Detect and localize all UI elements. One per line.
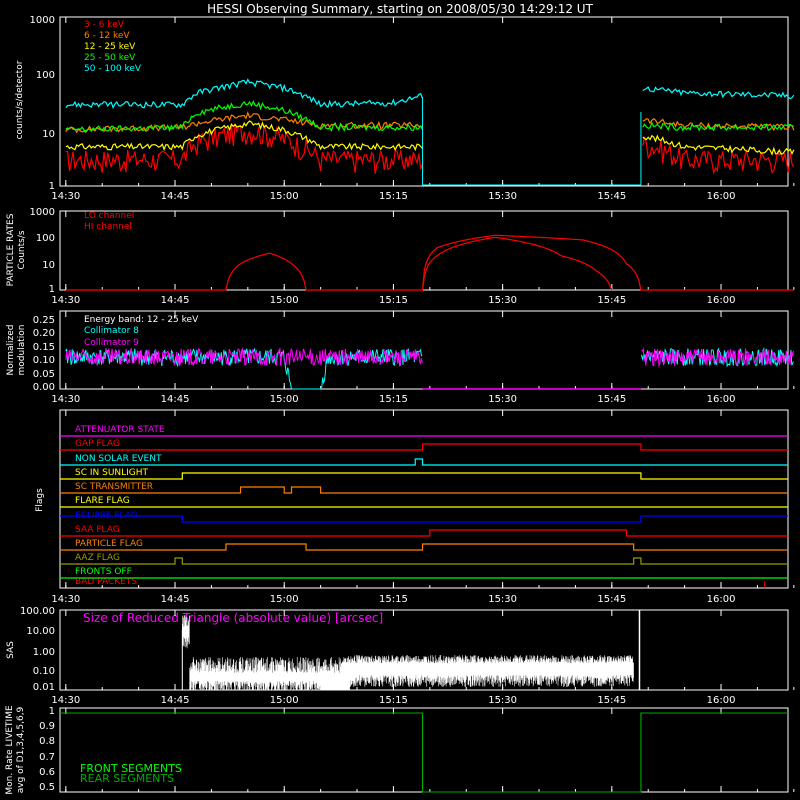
livetime-ytick-08: 0.8 (39, 736, 55, 747)
flag-label-9: AAZ FLAG (75, 553, 120, 563)
flag-label-10: FRONTS OFF (75, 567, 132, 577)
modulation-legend-c9: Collimator 9 (84, 338, 139, 348)
modulation-xtick-label: 16:00 (707, 394, 736, 405)
modulation-xtick-label: 14:45 (161, 394, 190, 405)
particle-ytick-100: 100 (36, 233, 55, 244)
sas-xtick-label: 14:30 (51, 695, 80, 706)
particle-ytick-1000: 1000 (30, 207, 55, 218)
livetime-ytick-07: 0.7 (39, 752, 55, 763)
particle-xtick-label: 15:15 (379, 295, 408, 306)
counts-xtick-label: 14:30 (51, 191, 80, 202)
sas-xtick-label: 15:00 (270, 695, 299, 706)
livetime-ytick-05: 0.5 (39, 782, 55, 793)
modulation-ytick-020: 0.20 (33, 328, 55, 339)
flags-xtick-label: 16:00 (707, 594, 736, 605)
observing-summary-chart: HESSI Observing Summary, starting on 200… (0, 0, 800, 800)
particle-xtick-label: 15:45 (597, 295, 626, 306)
modulation-xtick-label: 15:00 (270, 394, 299, 405)
modulation-ytick-025: 0.25 (33, 315, 55, 326)
modulation-ytick-010: 0.10 (33, 355, 55, 366)
sas-xtick-label: 15:15 (379, 695, 408, 706)
livetime-legend-rear: REAR SEGMENTS (80, 772, 174, 785)
flag-label-0: ATTENUATOR STATE (75, 425, 165, 435)
particle-xtick-label: 14:45 (161, 295, 190, 306)
livetime-ylabel2: avg of D1,3,4,5,6,9 (16, 706, 26, 793)
particle-ylabel: PARTICLE RATES (6, 213, 16, 286)
counts-xtick-label: 14:45 (161, 191, 190, 202)
particle-ytick-10: 10 (42, 260, 55, 271)
flag-label-8: PARTICLE FLAG (75, 539, 143, 549)
flag-label-5: FLARE FLAG (75, 496, 130, 506)
livetime-ytick-1: 1 (49, 706, 55, 717)
modulation-ytick-015: 0.15 (33, 342, 55, 353)
particle-xtick-label: 16:00 (707, 295, 736, 306)
modulation-ylabel: Normalized (6, 324, 16, 375)
sas-xtick-label: 15:45 (597, 695, 626, 706)
particle-xtick-label: 15:00 (270, 295, 299, 306)
counts-ytick-100: 100 (36, 70, 55, 81)
counts-ytick-1000: 1000 (30, 15, 55, 26)
flags-xtick-label: 14:30 (51, 594, 80, 605)
counts-xtick-label: 15:30 (488, 191, 517, 202)
particle-legend-hi: HI channel (84, 222, 132, 232)
modulation-xtick-label: 15:30 (488, 394, 517, 405)
sas-ytick-1000: 10.00 (26, 626, 55, 637)
counts-xtick-label: 15:00 (270, 191, 299, 202)
counts-legend-12-25: 12 - 25 keV (84, 42, 136, 52)
counts-ytick-10: 10 (42, 129, 55, 140)
counts-xtick-label: 15:15 (379, 191, 408, 202)
sas-ytick-001: 0.01 (33, 682, 55, 693)
counts-legend-50-100: 50 - 100 keV (84, 64, 142, 74)
particle-ytick-1: 1 (49, 284, 55, 295)
flag-label-7: SAA FLAG (75, 525, 120, 535)
modulation-ytick-005: 0.05 (33, 369, 55, 380)
sas-ytick-100: 1.00 (33, 647, 55, 658)
flags-xtick-label: 15:30 (488, 594, 517, 605)
modulation-legend-energy: Energy band: 12 - 25 keV (84, 315, 199, 325)
modulation-ytick-0: 0.00 (33, 382, 55, 393)
sas-xtick-label: 16:00 (707, 695, 736, 706)
counts-xtick-label: 16:00 (707, 191, 736, 202)
counts-xtick-label: 15:45 (597, 191, 626, 202)
particle-xtick-label: 14:30 (51, 295, 80, 306)
sas-xtick-label: 15:30 (488, 695, 517, 706)
counts-legend-3-6: 3 - 6 keV (84, 20, 125, 30)
modulation-xtick-label: 15:15 (379, 394, 408, 405)
flag-label-1: GAP FLAG (75, 439, 120, 449)
counts-legend-6-12: 6 - 12 keV (84, 31, 130, 41)
livetime-ylabel: Mon. Rate LIVETIME (5, 705, 15, 795)
modulation-ylabel2: modulation (17, 325, 27, 376)
flags-xtick-label: 14:45 (161, 594, 190, 605)
flags-xtick-label: 15:15 (379, 594, 408, 605)
particle-xtick-label: 15:30 (488, 295, 517, 306)
counts-ylabel: counts/s/detector (15, 60, 25, 139)
flag-label-2: NON SOLAR EVENT (75, 454, 162, 464)
counts-legend-25-50: 25 - 50 keV (84, 53, 136, 63)
sas-ylabel: SAS (6, 641, 16, 659)
sas-ytick-010: 0.10 (33, 666, 55, 677)
particle-ylabel2: Counts/s (17, 230, 27, 269)
flag-label-3: SC IN SUNLIGHT (75, 468, 149, 478)
modulation-legend-c8: Collimator 8 (84, 326, 139, 336)
modulation-xtick-label: 14:30 (51, 394, 80, 405)
flags-xtick-label: 15:00 (270, 594, 299, 605)
particle-legend-lo: LO channel (84, 211, 134, 221)
modulation-xtick-label: 15:45 (597, 394, 626, 405)
livetime-ytick-06: 0.6 (39, 767, 55, 778)
sas-annotation: Size of Reduced Triangle (absolute value… (83, 611, 383, 625)
flag-label-4: SC TRANSMITTER (75, 482, 153, 492)
flags-xtick-label: 15:45 (597, 594, 626, 605)
livetime-ytick-09: 0.9 (39, 721, 55, 732)
sas-xtick-label: 14:45 (161, 695, 190, 706)
chart-title: HESSI Observing Summary, starting on 200… (207, 2, 593, 16)
sas-ytick-10000: 100.00 (20, 606, 55, 617)
flags-ylabel: Flags (35, 488, 45, 512)
